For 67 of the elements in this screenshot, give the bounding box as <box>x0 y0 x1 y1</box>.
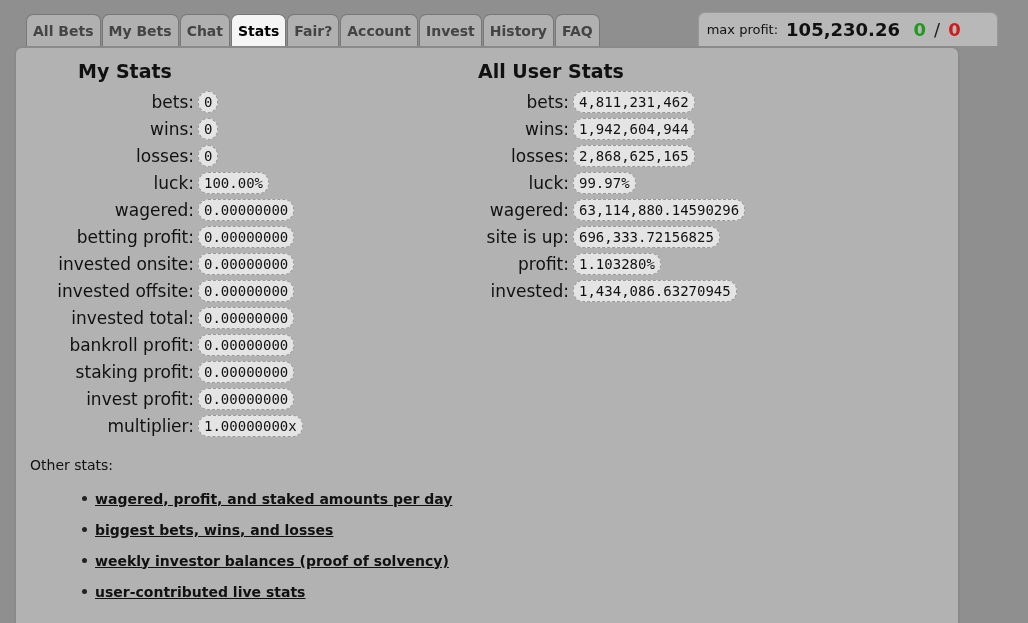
max-profit-value: 105,230.26 <box>786 19 900 40</box>
stat-label: profit: <box>517 253 570 274</box>
stat-label: wins: <box>149 118 195 139</box>
stat-value: 0 <box>198 90 219 113</box>
tab[interactable]: My Bets <box>101 14 179 46</box>
stat-value: 0.00000000 <box>198 225 295 248</box>
stat-label: invested onsite: <box>57 253 195 274</box>
stat-value: 696,333.72156825 <box>573 225 720 248</box>
stat-value: 63,114,880.14590296 <box>573 198 746 221</box>
bullet-icon <box>82 589 87 594</box>
stat-label: wins: <box>524 118 570 139</box>
stat-label: bets: <box>150 91 195 112</box>
stat-value: 100.00% <box>198 171 269 194</box>
stat-label: wagered: <box>488 199 570 220</box>
stat-value: 2,868,625,165 <box>573 144 695 167</box>
stat-label: bets: <box>525 91 570 112</box>
stat-value: 0.00000000 <box>198 387 295 410</box>
losses-count: 0 <box>948 19 961 40</box>
stats-link[interactable]: user-contributed live stats <box>95 583 306 600</box>
stat-label: losses: <box>135 145 195 166</box>
stat-label: luck: <box>152 172 195 193</box>
bullet-icon <box>82 496 87 501</box>
stat-label: staking profit: <box>74 361 195 382</box>
stat-label: bankroll profit: <box>68 334 195 355</box>
stats-link[interactable]: biggest bets, wins, and losses <box>95 521 334 538</box>
tab[interactable]: Account <box>340 14 418 46</box>
other-stats-heading: Other stats: <box>30 457 115 473</box>
tab[interactable]: History <box>482 14 554 46</box>
stat-value: 99.97% <box>573 171 636 194</box>
stat-label: wagered: <box>113 199 195 220</box>
stat-label: losses: <box>510 145 570 166</box>
stat-label: luck: <box>527 172 570 193</box>
stat-value: 1,434,086.63270945 <box>573 279 737 302</box>
stat-label: invest profit: <box>85 388 195 409</box>
stat-label: site is up: <box>485 226 570 247</box>
stat-label: multiplier: <box>106 415 195 436</box>
tab[interactable]: Chat <box>179 14 230 46</box>
section-title: All User Stats <box>477 60 625 82</box>
stat-value: 4,811,231,462 <box>573 90 695 113</box>
tab[interactable]: Invest <box>418 14 482 46</box>
bullet-icon <box>82 527 87 532</box>
tab[interactable]: Stats <box>231 14 287 46</box>
max-profit-label: max profit: <box>706 22 779 37</box>
stat-value: 0.00000000 <box>198 279 295 302</box>
tab[interactable]: Fair? <box>287 14 340 46</box>
stat-value: 1.103280% <box>573 252 661 275</box>
stat-value: 0.00000000 <box>198 333 295 356</box>
stat-value: 0 <box>198 117 219 140</box>
stats-link[interactable]: wagered, profit, and staked amounts per day <box>95 490 453 507</box>
stat-value: 0.00000000 <box>198 360 295 383</box>
stat-value: 0 <box>198 144 219 167</box>
stats-link[interactable]: weekly investor balances (proof of solvency) <box>95 552 449 569</box>
tab[interactable]: All Bets <box>26 14 101 46</box>
wins-count: 0 <box>913 19 927 40</box>
bullet-icon <box>82 558 87 563</box>
stat-value: 0.00000000 <box>198 306 295 329</box>
section-title: My Stats <box>77 60 173 82</box>
separator: / <box>934 19 941 40</box>
stat-value: 1,942,604,944 <box>573 117 695 140</box>
stat-label: invested total: <box>70 307 195 328</box>
stat-label: invested offsite: <box>56 280 195 301</box>
stat-label: invested: <box>489 280 570 301</box>
stat-value: 0.00000000 <box>198 198 295 221</box>
stat-value: 0.00000000 <box>198 252 295 275</box>
stat-value: 1.00000000x <box>198 414 303 437</box>
stat-label: betting profit: <box>75 226 195 247</box>
tab[interactable]: FAQ <box>555 14 600 46</box>
